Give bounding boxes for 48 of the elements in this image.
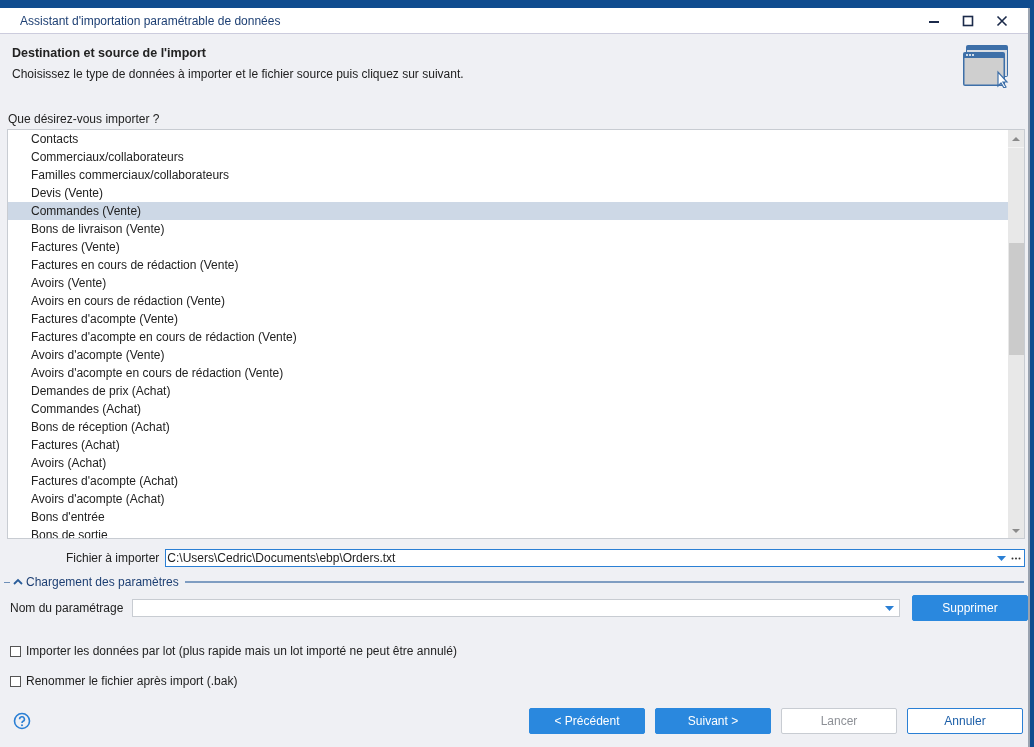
wizard-button[interactable]: Annuler	[907, 708, 1023, 734]
option-label[interactable]: Renommer le fichier après import (.bak)	[26, 674, 238, 688]
dropdown-icon[interactable]	[885, 605, 894, 611]
list-item[interactable]: Factures d'acompte (Vente)	[8, 310, 1008, 328]
parameter-name-label: Nom du paramétrage	[10, 601, 125, 615]
scrollbar[interactable]	[1008, 130, 1024, 538]
list-label: Que désirez-vous importer ?	[7, 112, 161, 128]
file-label: Fichier à importer	[66, 551, 160, 565]
collapse-icon[interactable]	[13, 578, 23, 586]
list-item[interactable]: Demandes de prix (Achat)	[8, 382, 1008, 400]
list-item[interactable]: Commandes (Vente)	[8, 202, 1008, 220]
list-item[interactable]: Familles commerciaux/collaborateurs	[8, 166, 1008, 184]
wizard-button[interactable]: < Précédent	[529, 708, 645, 734]
list-item[interactable]: Avoirs (Vente)	[8, 274, 1008, 292]
list-item[interactable]: Avoirs d'acompte (Achat)	[8, 490, 1008, 508]
more-icon[interactable]	[1011, 556, 1022, 560]
list-item[interactable]: Commerciaux/collaborateurs	[8, 148, 1008, 166]
window-title: Assistant d'importation paramétrable de données	[20, 13, 281, 28]
dropdown-icon[interactable]	[997, 555, 1007, 561]
list-item[interactable]: Avoirs en cours de rédaction (Vente)	[8, 292, 1008, 310]
list-item[interactable]: Avoirs (Achat)	[8, 454, 1008, 472]
scroll-down-icon[interactable]	[1012, 529, 1020, 534]
list-item[interactable]: Avoirs d'acompte en cours de rédaction (Vente)	[8, 364, 1008, 382]
list-item[interactable]: Factures (Achat)	[8, 436, 1008, 454]
list-item[interactable]: Factures en cours de rédaction (Vente)	[8, 256, 1008, 274]
list-item[interactable]: Bons d'entrée	[8, 508, 1008, 526]
checkbox[interactable]	[10, 675, 21, 687]
step-title: Destination et source de l'import	[12, 46, 207, 60]
list-item[interactable]: Factures d'acompte (Achat)	[8, 472, 1008, 490]
list-item[interactable]: Factures d'acompte en cours de rédaction (Vente)	[8, 328, 1008, 346]
option-label[interactable]: Importer les données par lot (plus rapide mais un lot importé ne peut être annulé)	[26, 644, 457, 658]
list-item[interactable]: Devis (Vente)	[8, 184, 1008, 202]
list-item[interactable]: Factures (Vente)	[8, 238, 1008, 256]
list-item[interactable]: Bons de livraison (Vente)	[8, 220, 1008, 238]
help-icon[interactable]	[13, 712, 31, 730]
list-item[interactable]: Contacts	[8, 130, 1008, 148]
wizard-button[interactable]: Suivant >	[655, 708, 771, 734]
step-description: Choisissez le type de données à importer et le fichier source puis cliquez sur suivant.	[12, 67, 464, 81]
checkbox[interactable]	[10, 645, 21, 657]
list-item[interactable]: Bons de réception (Achat)	[8, 418, 1008, 436]
file-path-field[interactable]: C:\Users\Cedric\Documents\ebp\Orders.txt	[165, 549, 1026, 567]
list-item[interactable]: Commandes (Achat)	[8, 400, 1008, 418]
close-icon[interactable]	[996, 14, 1008, 27]
maximize-icon[interactable]	[962, 14, 974, 27]
list-item[interactable]: Avoirs d'acompte (Vente)	[8, 346, 1008, 364]
scroll-up-icon[interactable]	[1012, 136, 1020, 141]
delete-button[interactable]: Supprimer	[912, 595, 1028, 621]
section-title: Chargement des paramètres	[26, 575, 179, 589]
